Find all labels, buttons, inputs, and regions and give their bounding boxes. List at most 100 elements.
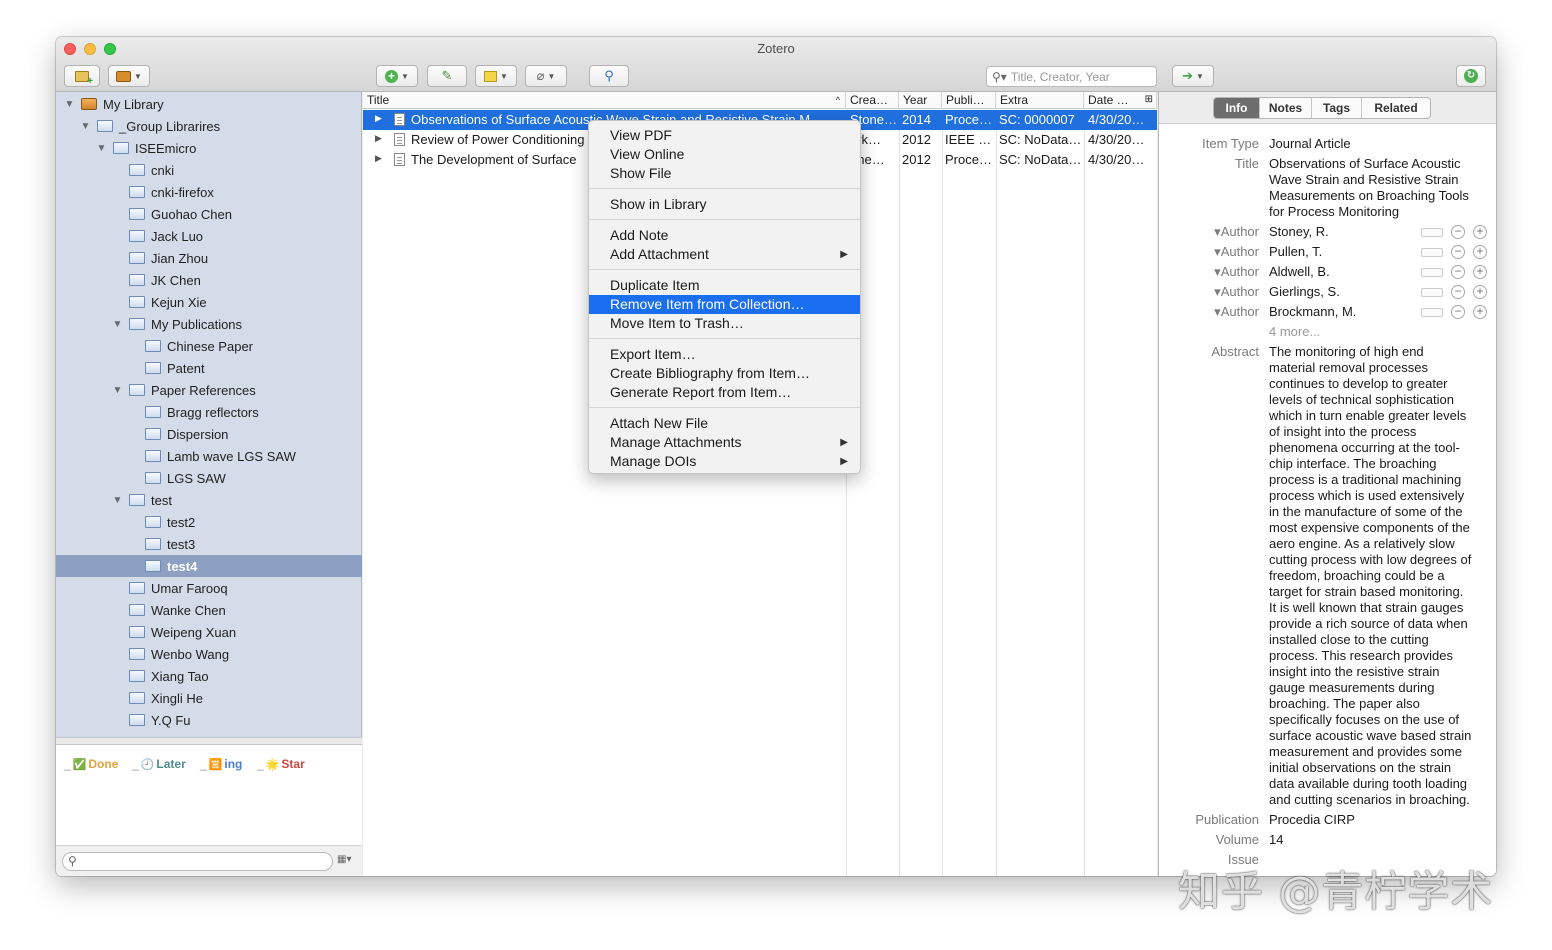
disclosure-triangle-icon[interactable]: ▶ (375, 153, 382, 164)
tree-item-chinese-paper[interactable]: Chinese Paper (56, 335, 362, 357)
tab-info[interactable]: Info (1214, 98, 1260, 118)
add-by-identifier-button[interactable]: ✎ (427, 65, 467, 87)
abstract-value-line[interactable]: The monitoring of high end (1269, 344, 1491, 360)
name-mode-toggle[interactable] (1421, 287, 1443, 297)
abstract-value-line[interactable]: specifically focuses on the use of (1269, 712, 1491, 728)
name-mode-toggle[interactable] (1421, 227, 1443, 237)
add-author-icon[interactable]: + (1473, 225, 1487, 239)
more-authors-link[interactable]: 4 more... (1269, 324, 1491, 340)
tree-item-kejun-xie[interactable]: Kejun Xie (56, 291, 362, 313)
menu-item-show-file[interactable]: Show File (589, 164, 860, 183)
column-extra[interactable]: Extra (996, 92, 1084, 109)
abstract-value-line[interactable]: of insight into the process (1269, 424, 1491, 440)
tree-item-dispersion[interactable]: Dispersion (56, 423, 362, 445)
menu-item-move-item-to-trash[interactable]: Move Item to Trash… (589, 314, 860, 333)
pane-splitter[interactable] (56, 737, 362, 745)
add-author-icon[interactable]: + (1473, 245, 1487, 259)
title-value-line[interactable]: Measurements on Broaching Tools (1269, 188, 1491, 204)
abstract-value-line[interactable]: cutting process with low degrees of (1269, 552, 1491, 568)
disclosure-triangle-icon[interactable]: ▼ (80, 121, 91, 132)
tree-item-lgs-saw[interactable]: LGS SAW (56, 467, 362, 489)
tree-item-weipeng-xuan[interactable]: Weipeng Xuan (56, 621, 362, 643)
abstract-value-line[interactable]: aero engine. As a relatively slow (1269, 536, 1491, 552)
column-picker-icon[interactable]: ⊞ (1145, 92, 1153, 108)
column-creator[interactable]: Crea… (846, 92, 899, 109)
tree-item-cnki-firefox[interactable]: cnki-firefox (56, 181, 362, 203)
abstract-value-line[interactable]: levels of technical sophistication (1269, 392, 1491, 408)
tag-filter-input[interactable]: ⚲ (62, 852, 333, 871)
tree-item-iseemicro[interactable]: ▼ ISEEmicro (56, 137, 362, 159)
abstract-value-line[interactable]: initial observations on the strain (1269, 760, 1491, 776)
tree-item-jian-zhou[interactable]: Jian Zhou (56, 247, 362, 269)
new-collection-button[interactable] (64, 65, 100, 87)
disclosure-triangle-icon[interactable]: ▼ (64, 99, 75, 110)
column-publication[interactable]: Publi… (942, 92, 996, 109)
item-type-value[interactable]: Journal Article (1269, 136, 1491, 152)
abstract-value-line[interactable]: material removal processes (1269, 360, 1491, 376)
search-input[interactable] (1010, 69, 1141, 84)
tag-later[interactable]: _ 🕘 Later (132, 757, 186, 771)
tag-selector-menu-button[interactable]: ▦▾ (337, 854, 351, 865)
abstract-value-line[interactable]: process which is used extensively (1269, 488, 1491, 504)
abstract-value-line[interactable]: continues to develop to greater (1269, 376, 1491, 392)
tree-item-jk-chen[interactable]: JK Chen (56, 269, 362, 291)
tab-related[interactable]: Related (1362, 98, 1430, 118)
tree-item-wenbo-wang[interactable]: Wenbo Wang (56, 643, 362, 665)
add-author-icon[interactable]: + (1473, 305, 1487, 319)
new-library-button[interactable]: ▼ (108, 65, 150, 87)
menu-item-export-item[interactable]: Export Item… (589, 345, 860, 364)
menu-item-generate-report-from-item[interactable]: Generate Report from Item… (589, 383, 860, 402)
remove-author-icon[interactable]: − (1451, 225, 1465, 239)
abstract-value-line[interactable]: data available during tooth loading (1269, 776, 1491, 792)
abstract-value-line[interactable]: target for strain based monitoring. (1269, 584, 1491, 600)
disclosure-triangle-icon[interactable]: ▼ (112, 385, 123, 396)
menu-item-remove-item-from-collection[interactable]: Remove Item from Collection… (589, 295, 860, 314)
menu-item-show-in-library[interactable]: Show in Library (589, 195, 860, 214)
remove-author-icon[interactable]: − (1451, 245, 1465, 259)
advanced-search-button[interactable]: ⚲ (589, 65, 629, 87)
title-value-line[interactable]: for Process Monitoring (1269, 204, 1491, 220)
column-title[interactable]: Title ^ (363, 92, 846, 109)
disclosure-triangle-icon[interactable]: ▶ (375, 113, 382, 124)
remove-author-icon[interactable]: − (1451, 285, 1465, 299)
locate-button[interactable]: ➔ ▼ (1172, 65, 1214, 87)
tree-item-test2[interactable]: test2 (56, 511, 362, 533)
abstract-value-line[interactable]: insight into the resistive strain (1269, 664, 1491, 680)
tree-item-guohao-chen[interactable]: Guohao Chen (56, 203, 362, 225)
column-date-added[interactable]: Date … ⊞ (1084, 92, 1157, 109)
tree-item-xiang-tao[interactable]: Xiang Tao (56, 665, 362, 687)
title-value-line[interactable]: Observations of Surface Acoustic (1269, 156, 1491, 172)
abstract-value-line[interactable]: gauge measurements during (1269, 680, 1491, 696)
abstract-value-line[interactable]: surface acoustic wave based strain (1269, 728, 1491, 744)
name-mode-toggle[interactable] (1421, 247, 1443, 257)
name-mode-toggle[interactable] (1421, 267, 1443, 277)
menu-item-view-pdf[interactable]: View PDF (589, 126, 860, 145)
tree-item-patent[interactable]: Patent (56, 357, 362, 379)
menu-item-add-attachment[interactable]: Add Attachment ▶ (589, 245, 860, 264)
abstract-value-line[interactable]: most expensive components of the (1269, 520, 1491, 536)
tree-item-umar-farooq[interactable]: Umar Farooq (56, 577, 362, 599)
abstract-value-line[interactable]: freedom, broaching could be a (1269, 568, 1491, 584)
sync-button[interactable]: ↻ (1456, 65, 1486, 87)
tree-item-group-librarires[interactable]: ▼ _Group Librarires (56, 115, 362, 137)
tree-item-test4[interactable]: test4 (56, 555, 362, 577)
disclosure-triangle-icon[interactable]: ▼ (112, 319, 123, 330)
add-author-icon[interactable]: + (1473, 285, 1487, 299)
abstract-value-line[interactable]: measurement and provides some (1269, 744, 1491, 760)
tab-tags[interactable]: Tags (1312, 98, 1362, 118)
title-value-line[interactable]: Wave Strain and Resistive Strain (1269, 172, 1491, 188)
column-year[interactable]: Year (899, 92, 942, 109)
tree-item-paper-references[interactable]: ▼ Paper References (56, 379, 362, 401)
tree-item-jack-luo[interactable]: Jack Luo (56, 225, 362, 247)
abstract-value-line[interactable]: and cutting scenarios in broaching. (1269, 792, 1491, 808)
menu-item-view-online[interactable]: View Online (589, 145, 860, 164)
tree-item-cnki[interactable]: cnki (56, 159, 362, 181)
abstract-value-line[interactable]: which in turn enable greater levels (1269, 408, 1491, 424)
disclosure-triangle-icon[interactable]: ▶ (375, 133, 382, 144)
tree-item-xingli-he[interactable]: Xingli He (56, 687, 362, 709)
add-attachment-button[interactable]: ⌀ ▼ (525, 65, 567, 87)
tag-done[interactable]: _ ✅ Done (64, 757, 118, 771)
tree-item-test3[interactable]: test3 (56, 533, 362, 555)
abstract-value-line[interactable]: process. This research provides (1269, 648, 1491, 664)
search-field[interactable]: ⚲▾ (986, 66, 1157, 87)
